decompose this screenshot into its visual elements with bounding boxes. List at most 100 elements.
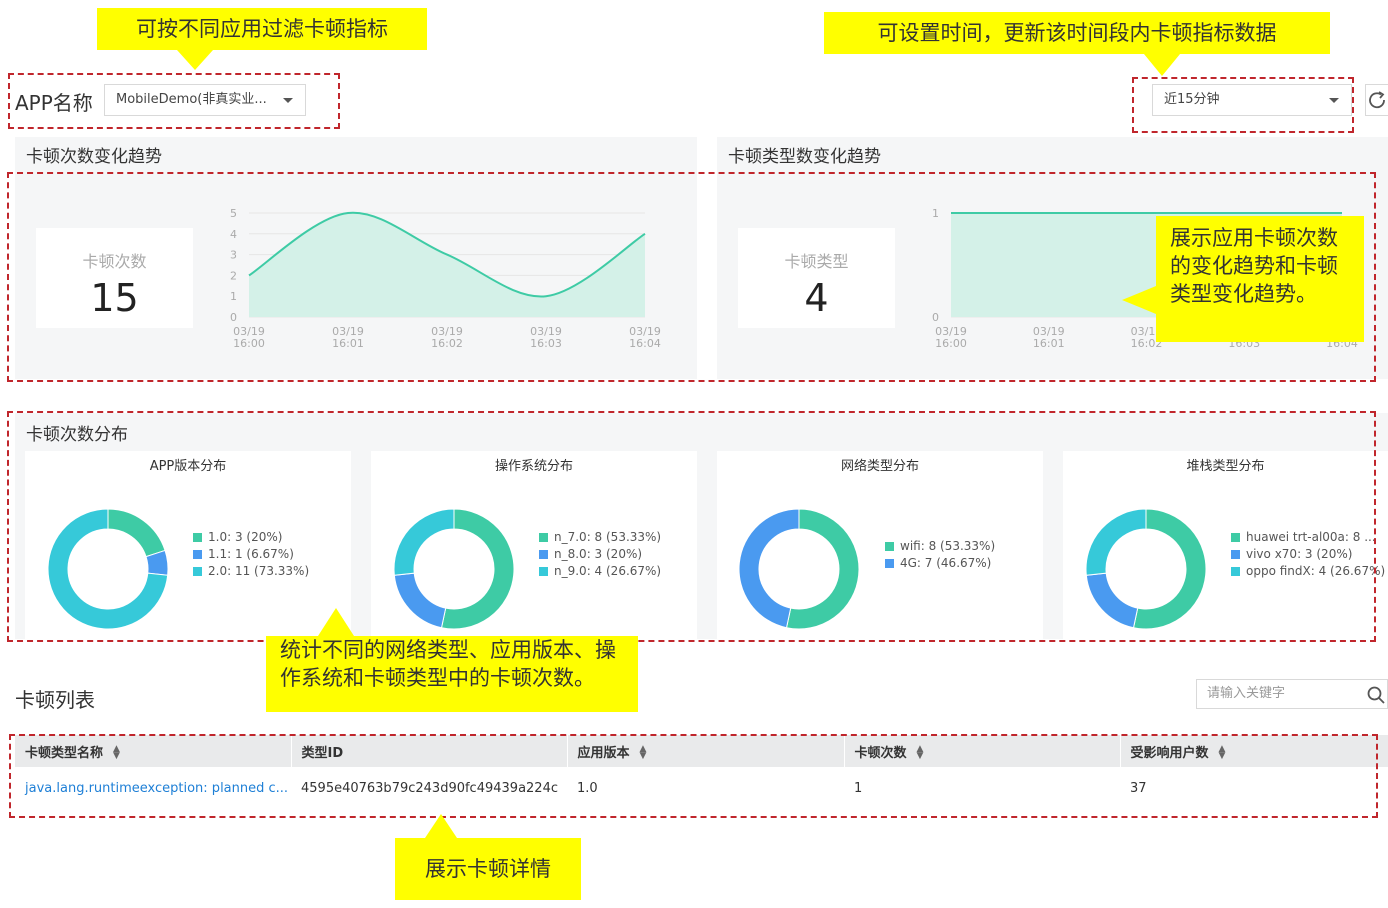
- stutter-count-kpi-value: 15: [90, 276, 139, 320]
- legend-item[interactable]: n_7.0: 8 (53.33%): [539, 529, 694, 546]
- legend-label: n_9.0: 4 (26.67%): [554, 564, 662, 578]
- column-header-type-name[interactable]: 卡顿类型名称 ▲ ▼: [15, 735, 292, 767]
- legend-item[interactable]: huawei trt-al00a: 8 ...: [1231, 529, 1388, 546]
- trend-type-title: 卡顿类型数变化趋势: [728, 147, 881, 167]
- network-donut: [738, 508, 860, 630]
- legend-label: oppo findX: 4 (26.67%): [1246, 564, 1386, 578]
- os-donut: [393, 508, 515, 630]
- legend-label: wifi: 8 (53.33%): [900, 539, 996, 553]
- y-tick-label: 2: [230, 269, 237, 282]
- stutter-table: 卡顿类型名称 ▲ ▼ 类型ID 应用版本 ▲ ▼ 卡顿次数 ▲ ▼ 受影响用户数 ▲ ▼ jav…: [15, 735, 1388, 809]
- refresh-button[interactable]: [1365, 84, 1388, 116]
- search-placeholder: 请输入关键字: [1207, 686, 1286, 701]
- app-select[interactable]: MobileDemo(非真实业...: [104, 84, 306, 116]
- legend-item[interactable]: wifi: 8 (53.33%): [885, 538, 1040, 555]
- legend-label: vivo x70: 3 (20%): [1246, 547, 1353, 561]
- callout-details: 展示卡顿详情: [395, 814, 581, 900]
- refresh-icon: [1369, 91, 1385, 109]
- stutter-count-kpi-label: 卡顿次数: [82, 252, 147, 271]
- app-version-legend: 1.0: 3 (20%) 1.1: 1 (6.67%) 2.0: 11 (73.…: [193, 529, 348, 580]
- donut-slice[interactable]: [738, 508, 800, 629]
- legend-label: n_7.0: 8 (53.33%): [554, 530, 662, 544]
- callout-distribution: 统计不同的网络类型、应用版本、操作系统和卡顿类型中的卡顿次数。: [266, 608, 638, 712]
- x-tick-label: 16:00: [233, 337, 265, 350]
- donut-slice[interactable]: [1085, 572, 1139, 629]
- affected-users-cell: 37: [1130, 780, 1147, 796]
- stutter-type-kpi-label: 卡顿类型: [784, 252, 849, 271]
- donut-slice[interactable]: [393, 508, 455, 576]
- search-icon[interactable]: [1367, 686, 1385, 704]
- donut-slice[interactable]: [107, 508, 166, 558]
- stutter-count-chart: 54321003/1916:0003/1916:0103/1916:0203/1…: [230, 207, 661, 350]
- app-version-donut: [47, 508, 169, 630]
- trend-count-title: 卡顿次数变化趋势: [26, 147, 162, 167]
- legend-item[interactable]: n_8.0: 3 (20%): [539, 546, 694, 563]
- chevron-down-icon: [1329, 98, 1339, 103]
- legend-item[interactable]: 1.1: 1 (6.67%): [193, 546, 348, 563]
- stutter-type-link[interactable]: java.lang.runtimeexception: planned c...: [15, 767, 291, 809]
- y-tick-label: 1: [230, 290, 237, 303]
- search-input[interactable]: 请输入关键字: [1196, 679, 1388, 709]
- legend-label: 2.0: 11 (73.33%): [208, 564, 310, 578]
- callout-trends-text: 展示应用卡顿次数的变化趋势和卡顿类型变化趋势。: [1170, 226, 1338, 306]
- list-title: 卡顿列表: [15, 688, 95, 712]
- legend-label: huawei trt-al00a: 8 ...: [1246, 530, 1376, 544]
- sort-icon[interactable]: ▲ ▼: [1219, 745, 1226, 761]
- y-tick-label: 1: [932, 207, 939, 220]
- y-tick-label: 3: [230, 249, 237, 262]
- y-tick-label: 5: [230, 207, 237, 220]
- callout-details-text: 展示卡顿详情: [425, 857, 551, 881]
- count-cell: 1: [854, 780, 863, 796]
- callout-app-filter: 可按不同应用过滤卡顿指标: [97, 8, 427, 70]
- y-tick-label: 0: [230, 311, 237, 324]
- distribution-title: 卡顿次数分布: [26, 425, 128, 445]
- stack-title: 堆栈类型分布: [1186, 459, 1265, 474]
- network-legend: wifi: 8 (53.33%) 4G: 7 (46.67%): [885, 538, 1040, 572]
- x-tick-label: 16:04: [629, 337, 661, 350]
- sort-icon[interactable]: ▲ ▼: [917, 745, 924, 761]
- x-tick-label: 16:02: [431, 337, 463, 350]
- os-title: 操作系统分布: [494, 459, 573, 474]
- stutter-type-kpi-value: 4: [804, 276, 829, 320]
- app-version-title: APP版本分布: [149, 459, 227, 474]
- table-header-row: 卡顿类型名称 ▲ ▼ 类型ID 应用版本 ▲ ▼ 卡顿次数 ▲ ▼ 受影响用户数 ▲ ▼: [15, 735, 1388, 767]
- x-tick-label: 16:03: [530, 337, 562, 350]
- legend-label: 1.1: 1 (6.67%): [208, 547, 294, 561]
- legend-item[interactable]: oppo findX: 4 (26.67%): [1231, 563, 1388, 580]
- column-header-count[interactable]: 卡顿次数 ▲ ▼: [844, 735, 1121, 767]
- os-legend: n_7.0: 8 (53.33%) n_8.0: 3 (20%) n_9.0: …: [539, 529, 694, 580]
- legend-label: 4G: 7 (46.67%): [900, 556, 992, 570]
- callout-time-filter-text: 可设置时间，更新该时间段内卡顿指标数据: [877, 21, 1277, 45]
- legend-label: 1.0: 3 (20%): [208, 530, 283, 544]
- x-tick-label: 16:01: [332, 337, 364, 350]
- callout-distribution-text: 统计不同的网络类型、应用版本、操作系统和卡顿类型中的卡顿次数。: [280, 638, 616, 690]
- legend-item[interactable]: n_9.0: 4 (26.67%): [539, 563, 694, 580]
- column-header-affected-users[interactable]: 受影响用户数 ▲ ▼: [1120, 735, 1388, 767]
- stack-legend: huawei trt-al00a: 8 ... vivo x70: 3 (20%…: [1231, 529, 1388, 580]
- stack-card: 堆栈类型分布 huawei trt-al00a: 8 ... vivo x70:…: [1063, 451, 1388, 639]
- app-name-label: APP名称: [15, 91, 93, 115]
- legend-item[interactable]: 1.0: 3 (20%): [193, 529, 348, 546]
- legend-item[interactable]: 4G: 7 (46.67%): [885, 555, 1040, 572]
- callout-app-filter-text: 可按不同应用过滤卡顿指标: [136, 17, 388, 41]
- stack-donut: [1085, 508, 1207, 630]
- app-select-value: MobileDemo(非真实业...: [116, 92, 267, 107]
- x-tick-label: 16:00: [935, 337, 967, 350]
- chevron-down-icon: [283, 98, 293, 103]
- donut-slice[interactable]: [1085, 508, 1147, 576]
- y-tick-label: 0: [932, 311, 939, 324]
- column-header-app-version[interactable]: 应用版本 ▲ ▼: [567, 735, 845, 767]
- x-tick-label: 16:01: [1033, 337, 1065, 350]
- sort-icon[interactable]: ▲ ▼: [113, 745, 120, 761]
- app-version-card: APP版本分布 1.0: 3 (20%) 1.1: 1 (6.67%) 2.0:…: [25, 451, 351, 639]
- stutter-type-kpi: 卡顿类型 4: [738, 228, 895, 328]
- time-range-select[interactable]: 近15分钟: [1152, 84, 1352, 116]
- sort-icon[interactable]: ▲ ▼: [640, 745, 647, 761]
- time-range-value: 近15分钟: [1164, 92, 1220, 107]
- legend-item[interactable]: 2.0: 11 (73.33%): [193, 563, 348, 580]
- app-version-cell: 1.0: [577, 780, 598, 796]
- type-id-cell: 4595e40763b79c243d90fc49439a224c: [301, 780, 558, 796]
- legend-item[interactable]: vivo x70: 3 (20%): [1231, 546, 1388, 563]
- y-tick-label: 4: [230, 228, 237, 241]
- donut-slice[interactable]: [393, 572, 447, 629]
